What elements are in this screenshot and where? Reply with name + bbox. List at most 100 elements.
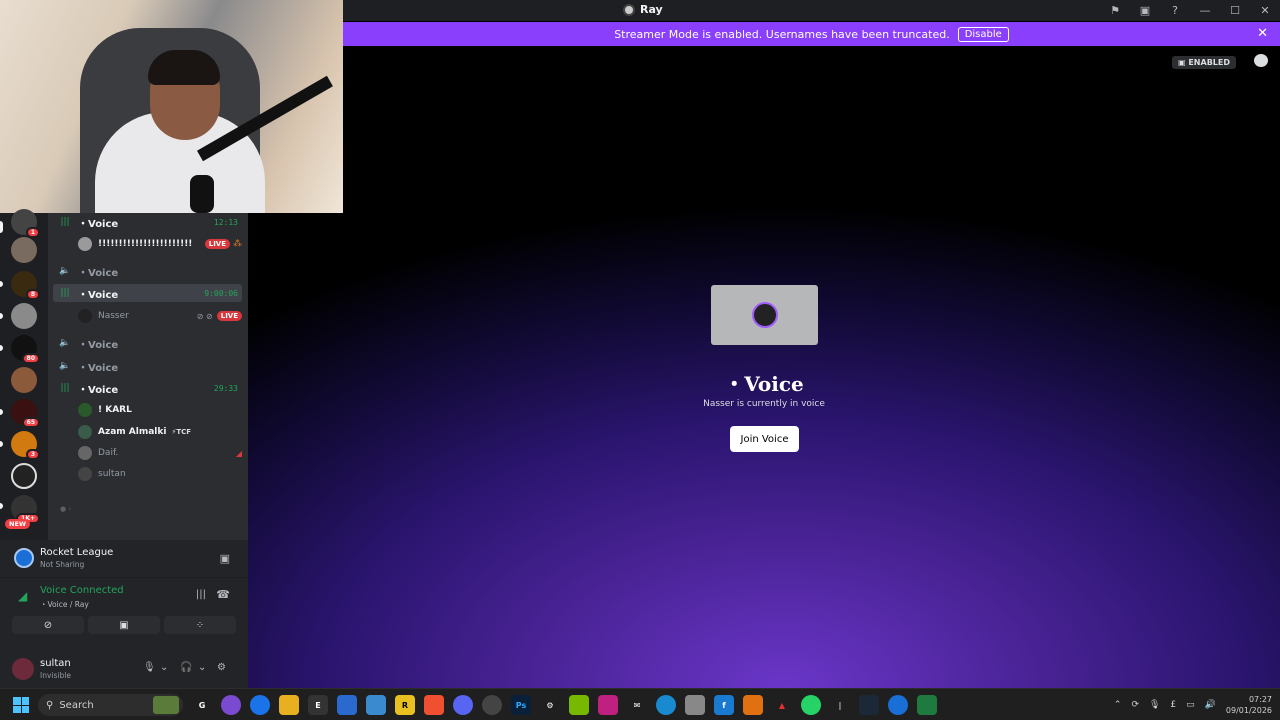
sheets-icon[interactable] <box>917 695 937 715</box>
voice-active-icon: ||| <box>60 217 70 227</box>
help-icon[interactable]: ? <box>1160 0 1190 21</box>
game-status: Not Sharing <box>40 560 85 569</box>
server-icon[interactable]: 80 <box>11 335 40 364</box>
channel-list: ||| ・Voice 12:13 !!!!!!!!!!!!!!!!!!!!!!!… <box>48 213 248 540</box>
chevron-down-icon[interactable]: ⌄ <box>198 662 206 673</box>
search-icon: ⚲ <box>46 699 54 711</box>
voice-user[interactable]: ! KARL <box>78 401 242 419</box>
server-icon[interactable] <box>11 367 37 393</box>
banner-message: Streamer Mode is enabled. Usernames have… <box>614 27 950 41</box>
voice-channel-selected[interactable]: ||| ・Voice 9:00:06 <box>53 284 242 302</box>
voice-user[interactable]: Nasser ⊘ ⊘ LIVE <box>78 307 242 325</box>
live-badge: LIVE <box>204 239 230 249</box>
voice-channel[interactable]: ||| ・Voice 12:13 <box>53 213 242 231</box>
join-voice-button[interactable]: Join Voice <box>730 426 799 452</box>
voice-user[interactable]: sultan <box>78 465 242 483</box>
app-icon[interactable] <box>366 695 386 715</box>
speaker-icon: 🔈 <box>59 361 71 371</box>
voice-location[interactable]: ・Voice / Ray <box>40 599 89 610</box>
photoshop-icon[interactable]: Ps <box>511 695 531 715</box>
steelseries-icon[interactable]: ⚙ <box>540 695 560 715</box>
rocket-league-icon <box>14 548 34 568</box>
disconnect-icon[interactable]: ☎ <box>216 588 230 601</box>
windows-start-icon[interactable] <box>13 697 29 713</box>
app-icon[interactable] <box>598 695 618 715</box>
close-button[interactable]: ✕ <box>1250 0 1280 21</box>
voice-channel[interactable]: 🔈 ・Voice <box>53 357 242 375</box>
app-icon[interactable]: ▲ <box>772 695 792 715</box>
epic-icon[interactable]: E <box>308 695 328 715</box>
chat-icon[interactable] <box>1254 54 1268 67</box>
voice-connection: ◢ Voice Connected ・Voice / Ray ||| ☎ <box>0 580 248 614</box>
discord-icon[interactable] <box>453 695 473 715</box>
activity-row: Rocket League Not Sharing ▣ <box>0 540 248 578</box>
server-icon[interactable]: 1K+ <box>11 495 40 524</box>
folder-icon[interactable] <box>279 695 299 715</box>
gear-icon[interactable]: ⚙ <box>217 662 226 673</box>
voice-channel[interactable]: ||| ・Voice 29:33 <box>53 379 242 397</box>
app-icon[interactable] <box>221 695 241 715</box>
app-icon[interactable] <box>685 695 705 715</box>
app-icon[interactable]: f <box>714 695 734 715</box>
mail-icon[interactable]: ✉ <box>627 695 647 715</box>
flag-icon[interactable]: ⚑ <box>1100 0 1130 21</box>
clan-tag: ⚡TCF <box>171 428 192 436</box>
screen-share-button[interactable]: ▣ <box>88 616 160 634</box>
sync-icon[interactable]: ⟳ <box>1131 700 1139 710</box>
rocket-league-icon[interactable] <box>888 695 908 715</box>
app-icon[interactable]: ❘ <box>830 695 850 715</box>
maximize-button[interactable]: ☐ <box>1220 0 1250 21</box>
avatar <box>751 302 778 328</box>
microphone-icon[interactable]: 🎙 <box>1149 700 1160 710</box>
minimize-button[interactable]: — <box>1190 0 1220 21</box>
signal-icon: ◢ <box>18 589 28 603</box>
voice-user[interactable]: Azam Almalki ⚡TCF <box>78 423 242 441</box>
server-icon[interactable] <box>11 463 37 489</box>
app-icon[interactable] <box>743 695 763 715</box>
chevron-up-icon[interactable]: ⌃ <box>1114 700 1122 710</box>
camera-off-button[interactable]: ⊘ <box>12 616 84 634</box>
language-indicator[interactable]: £ <box>1170 700 1176 710</box>
microphone-icon[interactable]: 🎙 <box>143 662 156 673</box>
app-icon[interactable]: R <box>395 695 415 715</box>
window-title: Ray <box>623 3 663 16</box>
webcam-overlay <box>0 0 343 213</box>
close-banner-icon[interactable]: ✕ <box>1257 26 1268 41</box>
headphones-icon[interactable]: 🎧 <box>180 662 192 673</box>
voice-channel[interactable]: 🔈 ・Voice <box>53 334 242 352</box>
whatsapp-icon[interactable] <box>801 695 821 715</box>
voice-user[interactable]: !!!!!!!!!!!!!!!!!!!!!!! LIVE ⁂ <box>78 235 242 253</box>
volume-icon[interactable]: 🔊 <box>1205 700 1216 710</box>
avatar[interactable] <box>12 658 34 680</box>
nvidia-icon[interactable] <box>569 695 589 715</box>
server-icon[interactable] <box>11 303 37 329</box>
voice-user[interactable]: Daif. ◢ <box>78 444 242 462</box>
share-screen-icon[interactable]: ▣ <box>220 552 230 565</box>
app-icon[interactable]: G <box>192 695 212 715</box>
server-icon[interactable]: 65 <box>11 399 40 428</box>
chevron-down-icon[interactable]: ⌄ <box>160 662 168 673</box>
chrome-icon[interactable] <box>250 695 270 715</box>
screen-share-icon[interactable]: ▣ <box>1130 0 1160 21</box>
activities-button[interactable]: ⁘ <box>164 616 236 634</box>
server-icon[interactable]: 3 <box>11 431 40 460</box>
game-name: Rocket League <box>40 547 114 558</box>
brave-icon[interactable] <box>424 695 444 715</box>
server-icon[interactable]: 8 <box>11 271 40 300</box>
server-icon[interactable]: 1 <box>11 209 40 238</box>
disable-button[interactable]: Disable <box>957 26 1009 42</box>
voice-channel[interactable]: 🔈 ・Voice <box>53 262 242 280</box>
store-icon[interactable] <box>337 695 357 715</box>
search-input[interactable]: ⚲ Search <box>38 694 183 716</box>
voice-stage: ▣ ENABLED ・Voice Nasser is currently in … <box>248 46 1280 688</box>
taskbar-apps: G E R Ps ⚙ ✉ f ▲ ❘ <box>192 695 937 715</box>
steam-icon[interactable] <box>859 695 879 715</box>
voice-connected-label[interactable]: Voice Connected <box>40 585 124 596</box>
server-icon[interactable] <box>11 237 37 263</box>
clock[interactable]: 07:27 09/01/2026 <box>1226 694 1272 716</box>
app-icon[interactable] <box>482 695 502 715</box>
edge-icon[interactable] <box>656 695 676 715</box>
network-icon[interactable]: ▭ <box>1186 700 1195 710</box>
voice-active-icon: ||| <box>60 383 70 393</box>
noise-suppression-icon[interactable]: ||| <box>196 589 206 600</box>
